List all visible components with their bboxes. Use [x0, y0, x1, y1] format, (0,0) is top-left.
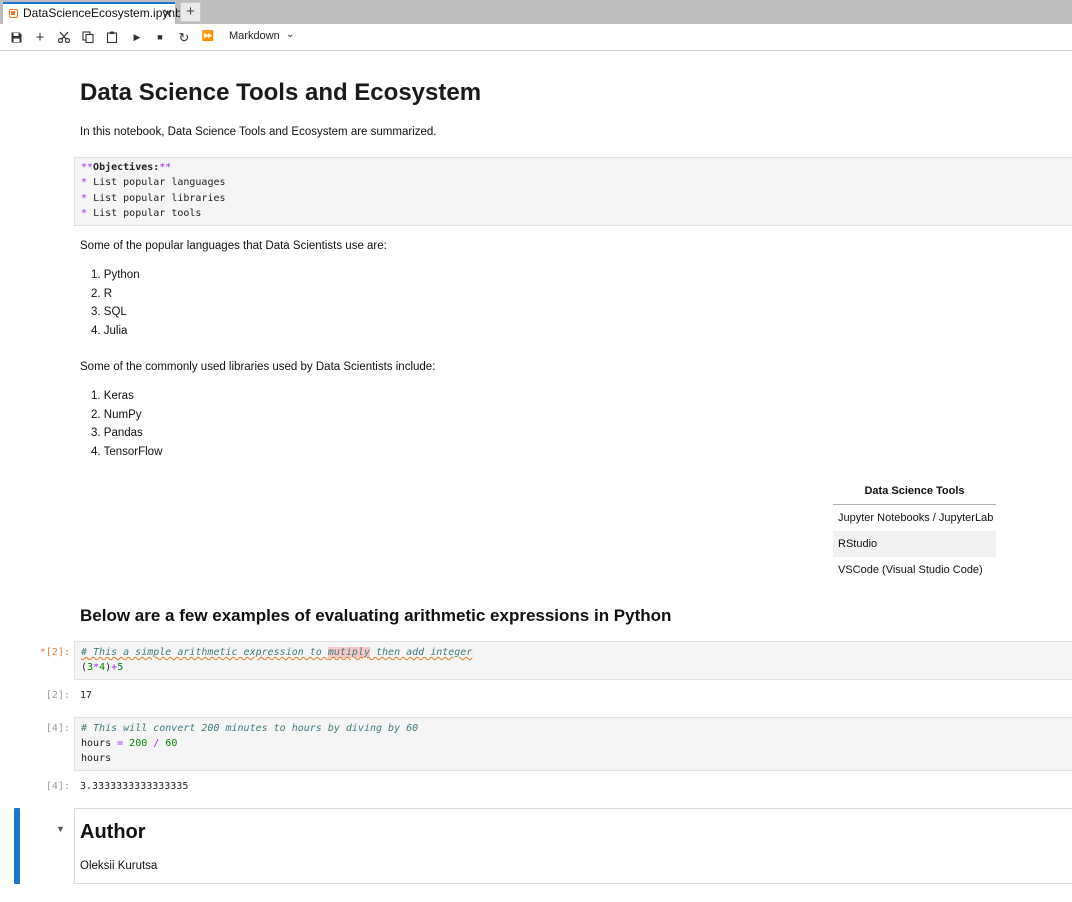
author-heading: Author — [80, 821, 146, 843]
add-cell-icon[interactable]: + — [32, 29, 48, 45]
collapse-caret-icon[interactable]: ▼ — [56, 824, 65, 834]
code-line: hours — [81, 753, 112, 764]
chevron-down-icon[interactable]: ⌄ — [286, 29, 294, 40]
paste-icon[interactable] — [104, 29, 120, 45]
cell-prompt: *[2]: — [39, 647, 70, 658]
author-name: Oleksii Kurutsa — [80, 860, 158, 872]
active-cell-indicator[interactable] — [14, 808, 20, 884]
libraries-intro: Some of the commonly used libraries used… — [80, 361, 436, 373]
cell-type-dropdown[interactable]: Markdown — [229, 30, 280, 42]
list-item: 3. SQL — [91, 306, 127, 318]
table-row: VSCode (Visual Studio Code) — [838, 564, 983, 576]
tab-title: DataScienceEcosystem.ipynb — [23, 6, 182, 20]
list-item: 2. R — [91, 287, 113, 300]
output-prompt: [4]: — [45, 781, 70, 792]
table-row: Jupyter Notebooks / JupyterLab — [838, 512, 994, 524]
examples-heading: Below are a few examples of evaluating a… — [80, 606, 672, 625]
objective-item: * List popular tools — [81, 208, 202, 219]
list-item: 4. TensorFlow — [91, 445, 163, 458]
stop-icon[interactable]: ■ — [152, 29, 168, 45]
code-cell-1[interactable]: # This a simple arithmetic expression to… — [74, 641, 1072, 680]
notebook-icon — [9, 9, 18, 18]
save-icon[interactable] — [8, 29, 24, 45]
tab-bar: DataScienceEcosystem.ipynb ✕ + — [0, 0, 1072, 24]
copy-icon[interactable] — [80, 29, 96, 45]
libraries-list: 1. Keras 2. NumPy 3. Pandas 4. TensorFlo… — [91, 387, 162, 461]
list-item: 1. Keras — [91, 390, 134, 402]
code-line: (3*4)+5 — [81, 662, 124, 673]
restart-icon[interactable]: ↻ — [176, 29, 192, 45]
table-row: RStudio — [833, 531, 996, 557]
run-icon[interactable]: ▶ — [129, 29, 145, 45]
code-line: # This a simple arithmetic expression to… — [81, 647, 473, 658]
notebook-title: Data Science Tools and Ecosystem — [80, 79, 482, 106]
code-line: # This will convert 200 minutes to hours… — [81, 723, 419, 734]
languages-list: 1. Python 2. R 3. SQL 4. Julia — [91, 266, 140, 340]
objectives-line: **Objectives:** — [81, 162, 172, 173]
intro-text: In this notebook, Data Science Tools and… — [80, 126, 437, 138]
list-item: 3. Pandas — [91, 427, 143, 439]
cell-output: 3.3333333333333335 — [80, 781, 189, 792]
objective-item: * List popular libraries — [81, 193, 226, 204]
list-item: 2. NumPy — [91, 408, 142, 421]
cell-output: 17 — [80, 690, 93, 701]
objective-item: * List popular languages — [81, 177, 226, 188]
code-cell-2[interactable]: # This will convert 200 minutes to hours… — [74, 717, 1072, 771]
list-item: 4. Julia — [91, 324, 128, 337]
notebook-tab[interactable]: DataScienceEcosystem.ipynb ✕ — [3, 2, 182, 24]
code-line: hours = 200 / 60 — [81, 738, 178, 749]
close-tab-icon[interactable]: ✕ — [162, 4, 173, 23]
cell-prompt: [4]: — [45, 723, 70, 734]
author-cell[interactable] — [74, 808, 1072, 884]
cut-icon[interactable] — [56, 29, 72, 45]
run-all-icon[interactable]: ⏩ — [200, 29, 216, 45]
list-item: 1. Python — [91, 269, 140, 281]
languages-intro: Some of the popular languages that Data … — [80, 240, 387, 252]
output-prompt: [2]: — [45, 690, 70, 701]
tools-table: Data Science Tools Jupyter Notebooks / J… — [833, 481, 996, 583]
notebook-toolbar: + ▶ ■ ↻ ⏩ Markdown ⌄ — [0, 24, 1072, 51]
objectives-cell[interactable]: **Objectives:** * List popular languages… — [74, 157, 1072, 226]
table-header: Data Science Tools — [833, 481, 996, 505]
new-tab-button[interactable]: + — [180, 2, 201, 22]
